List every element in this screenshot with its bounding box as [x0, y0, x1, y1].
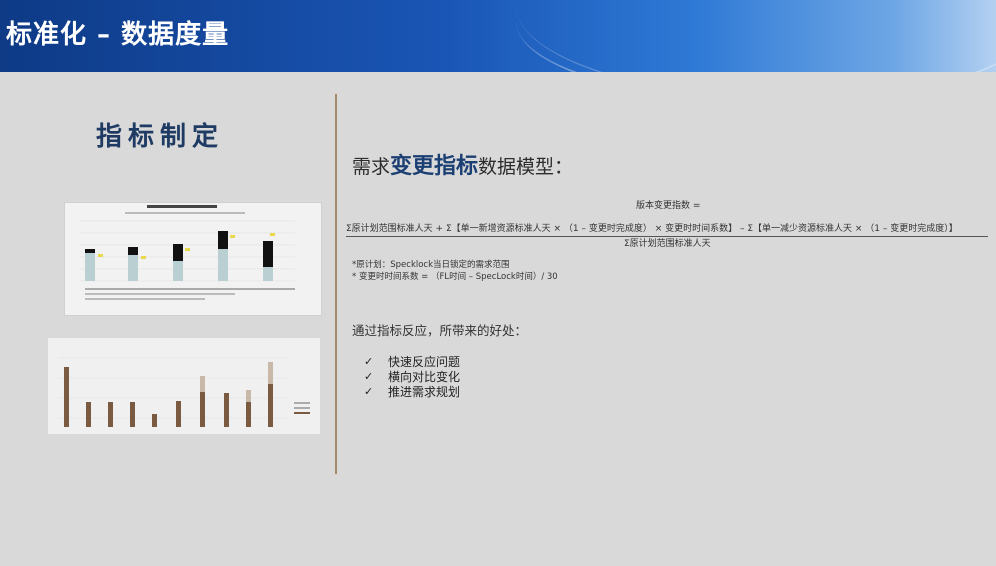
section-title: 指标制定 [96, 122, 225, 152]
thumb-bar [152, 414, 157, 427]
formula-denominator: Σ原计划范围标准人天 [624, 239, 711, 249]
formula-numerator: Σ原计划范围标准人天 + Σ【单一新增资源标准人天 × （1 – 变更时完成度）… [346, 224, 958, 234]
checkmark-icon: ✓ [364, 370, 374, 383]
slide-body: 指标制定 需求变更指标数据模型： 版本变更指数 = Σ原计划范围标准人天 + Σ… [0, 72, 996, 566]
thumb-bar [263, 241, 273, 267]
thumb-bar [85, 253, 95, 281]
chart-thumbnail-stacked [64, 202, 322, 316]
thumb-bar [86, 402, 91, 427]
thumb-bar [200, 392, 205, 427]
slide-title: 标准化 – 数据度量 [6, 20, 230, 50]
thumb-bar [64, 367, 69, 427]
thumb-bar [128, 255, 138, 281]
footnote-coefficient: * 变更时时间系数 = （FL时间 – SpecLock时间）/ 30 [352, 272, 558, 282]
thumb-bar [200, 376, 205, 392]
list-item: ✓ 快速反应问题 [364, 354, 460, 369]
thumb-bar [218, 249, 228, 281]
benefits-list: ✓ 快速反应问题 ✓ 横向对比变化 ✓ 推进需求规划 [364, 354, 460, 399]
thumb-bar [128, 247, 138, 255]
thumb-bar [173, 261, 183, 281]
thumb-title-bar [147, 205, 217, 208]
formula-title: 版本变更指数 = [636, 201, 701, 211]
thumb-bar [263, 267, 273, 281]
list-item: ✓ 推进需求规划 [364, 384, 460, 399]
thumb-bar [108, 402, 113, 427]
heading-emphasis: 变更指标 [390, 154, 479, 179]
heading-suffix: 数据模型： [478, 156, 574, 178]
thumb-bar [85, 249, 95, 253]
thumb-bar [268, 384, 273, 427]
benefits-title: 通过指标反应，所带来的好处： [352, 323, 528, 338]
thumb-bar [176, 401, 181, 427]
thumb-bar [246, 402, 251, 427]
thumb-bar [130, 402, 135, 427]
checkmark-icon: ✓ [364, 355, 374, 368]
checkmark-icon: ✓ [364, 385, 374, 398]
thumb-bar [246, 390, 251, 402]
footnote-plan: *原计划：Specklock当日锁定的需求范围 [352, 260, 510, 270]
benefit-label: 推进需求规划 [388, 385, 461, 399]
thumb-bar [224, 393, 229, 427]
thumb-legend [125, 212, 245, 214]
vertical-divider [335, 94, 337, 474]
thumb-bar [268, 362, 273, 384]
thumb-bar [218, 231, 228, 249]
decorative-wave [516, 0, 996, 72]
list-item: ✓ 横向对比变化 [364, 369, 460, 384]
title-banner: 标准化 – 数据度量 [0, 0, 996, 72]
model-heading: 需求变更指标数据模型： [352, 148, 573, 180]
thumb-bar [173, 244, 183, 261]
chart-thumbnail-bars [48, 338, 320, 434]
heading-prefix: 需求 [352, 156, 391, 178]
